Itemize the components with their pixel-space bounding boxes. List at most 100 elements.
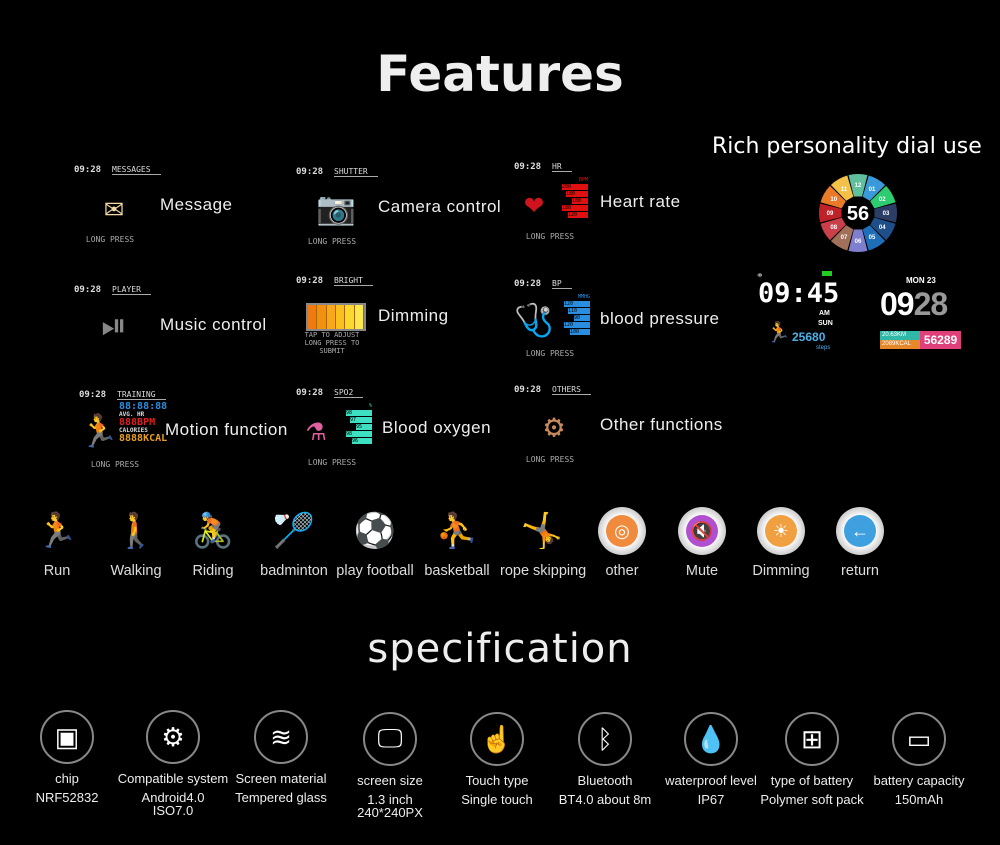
spec-chip: ▣ chip NRF52832 (7, 710, 127, 804)
dial-wheel: 12 0102 03 0405 06 07 08 09 10 11 56 (819, 174, 897, 252)
sport-label: other (605, 563, 639, 579)
watch-screen: 09:28 SHUTTER 📷 LONG PRESS (292, 167, 382, 267)
screen-time: 09:28 (296, 276, 324, 286)
level-bar: 120 (568, 212, 588, 218)
sport-walking[interactable]: 🚶 Walking (94, 505, 178, 579)
other-icon: ◎ (580, 505, 664, 557)
screen-time: 09:28 (514, 385, 542, 395)
screen-time: 09:28 (74, 285, 102, 295)
running-icon: 🏃 (35, 512, 79, 550)
return-icon: ← (818, 505, 902, 557)
football-icon: ⚽ (353, 512, 397, 550)
screen-title: SPO2 (334, 388, 364, 398)
spec-bluetooth: ᛒ Bluetooth BT4.0 about 8m (545, 712, 665, 806)
dial-hour: 08 (830, 225, 837, 231)
sport-label: badminton (260, 563, 328, 579)
feature-dimming[interactable]: 09:28 BRIGHT TAP TO ADJUST LONG PRESS TO… (292, 276, 512, 376)
feature-motion-function[interactable]: 09:28 TRAINING 🏃 88:88:88 AVG. HR 888BPM CA… (75, 390, 295, 490)
feature-heart-rate[interactable]: 09:28 HR ❤ BPM 200 180 100 180 120 LONG PRESS… (510, 162, 730, 262)
screen-time: 09:28 (514, 279, 542, 289)
dial-hour: 10 (830, 197, 837, 203)
dial-hour: 09 (827, 211, 834, 217)
face1-day: SUN (818, 320, 833, 327)
sport-basketball[interactable]: ⛹ basketball (415, 505, 499, 579)
sun-icon: ☀ (739, 505, 823, 557)
feature-label: Camera control (378, 197, 502, 216)
sport-other[interactable]: ◎ other (580, 505, 664, 579)
feature-label: blood pressure (600, 309, 720, 328)
feature-message[interactable]: 09:28 MESSAGES ✉ LONG PRESS Message (70, 165, 290, 265)
envelope-icon: ✉ (104, 186, 124, 225)
dial-hour: 01 (869, 187, 876, 193)
screen-title: BRIGHT (334, 276, 373, 286)
spec-label: Compatible system (117, 771, 229, 786)
dial-hour: 07 (841, 235, 848, 241)
feature-blood-pressure[interactable]: 09:28 BP 🩺 MMHG 120 110 90 120 100 LONG PRESS… (510, 279, 730, 379)
sport-mute[interactable]: 🔇 Mute (660, 505, 744, 579)
spec-screen-material: ≋ Screen material Tempered glass (221, 710, 341, 804)
monitor-icon: 🖵 (363, 712, 417, 766)
spec-compatible-system: ⚙ Compatible system Android4.0 ISO7.0 (113, 710, 233, 817)
sport-run[interactable]: 🏃 Run (15, 505, 99, 579)
dials-title: Rich personality dial use (712, 134, 982, 159)
screen-time: 09:28 (79, 390, 107, 400)
sport-riding[interactable]: 🚴 Riding (171, 505, 255, 579)
unit-label: BPM (578, 177, 588, 183)
dial-center: 56 (847, 203, 869, 225)
feature-label: Other functions (600, 415, 723, 434)
screen-title: OTHERS (552, 385, 591, 395)
hand-pointer-icon: ☝ (470, 712, 524, 766)
screen-hint: LONG PRESS (525, 349, 575, 358)
face2-minute: 28 (913, 286, 949, 322)
screen-time: 09:28 (514, 162, 542, 172)
feature-music-control[interactable]: 09:28 PLAYER ⏯ Music control (70, 285, 290, 385)
spec-value: NRF52832 (35, 790, 99, 805)
heart-icon: ❤ (524, 183, 544, 222)
level-bar: 97 (350, 417, 372, 423)
feature-blood-oxygen[interactable]: 09:28 SPO2 ⚗ % 98 97 95 98 96 LONG PRESS Bloo… (292, 388, 512, 488)
sport-label: play football (336, 563, 414, 579)
screen-time: 09:28 (74, 165, 102, 175)
runner-icon: 🏃 (766, 322, 791, 344)
sport-play-football[interactable]: ⚽ play football (333, 505, 417, 579)
face1-time: 09:45 (758, 278, 840, 309)
mute-icon: 🔇 (660, 505, 744, 557)
feature-camera-control[interactable]: 09:28 SHUTTER 📷 LONG PRESS Camera contro… (292, 167, 512, 267)
spec-label: screen size (357, 773, 423, 788)
watch-screen: 09:28 BRIGHT TAP TO ADJUST LONG PRESS TO… (292, 276, 382, 376)
level-bar: 180 (566, 191, 588, 197)
watch-screen: 09:28 BP 🩺 MMHG 120 110 90 120 100 LONG PRESS (510, 279, 600, 379)
layers-icon: ≋ (254, 710, 308, 764)
spec-value: Polymer soft pack (760, 792, 864, 807)
feature-label: Dimming (378, 306, 449, 325)
blood-pressure-icon: 🩺 (514, 300, 554, 339)
level-bar: 96 (352, 438, 372, 444)
flask-icon: ⚗ (306, 409, 326, 448)
gear-icon: ⚙ (146, 710, 200, 764)
spec-touch-type: ☝ Touch type Single touch (437, 712, 557, 806)
spec-label: chip (55, 771, 79, 786)
training-stat: 8888KCAL (119, 433, 168, 444)
sport-return[interactable]: ← return (818, 505, 902, 579)
face1-steps: 25680 (792, 330, 826, 344)
face1-steps-label: steps (816, 345, 831, 351)
sport-rope-skipping[interactable]: 🤸 rope skipping (500, 505, 586, 579)
sport-badminton[interactable]: 🏸 badminton (252, 505, 336, 579)
spec-value: Single touch (461, 792, 533, 807)
dial-hour: 12 (855, 183, 862, 189)
spec-value: 150mAh (894, 792, 944, 807)
level-bar: 90 (574, 315, 590, 321)
screen-title: HR (552, 162, 572, 172)
water-drop-icon: 💧 (684, 712, 738, 766)
spec-label: type of battery (770, 773, 854, 788)
spec-label: Bluetooth (577, 773, 633, 788)
dial-hour: 11 (841, 187, 848, 193)
spec-label: Touch type (465, 773, 529, 788)
battery-icon: ▭ (892, 712, 946, 766)
screen-title: BP (552, 279, 572, 289)
screen-title: PLAYER (112, 285, 151, 295)
sport-label: Mute (685, 563, 719, 579)
feature-other-functions[interactable]: 09:28 OTHERS ⚙ LONG PRESS Other function… (510, 385, 730, 485)
sport-dimming[interactable]: ☀ Dimming (739, 505, 823, 579)
dial-hour: 03 (883, 211, 890, 217)
